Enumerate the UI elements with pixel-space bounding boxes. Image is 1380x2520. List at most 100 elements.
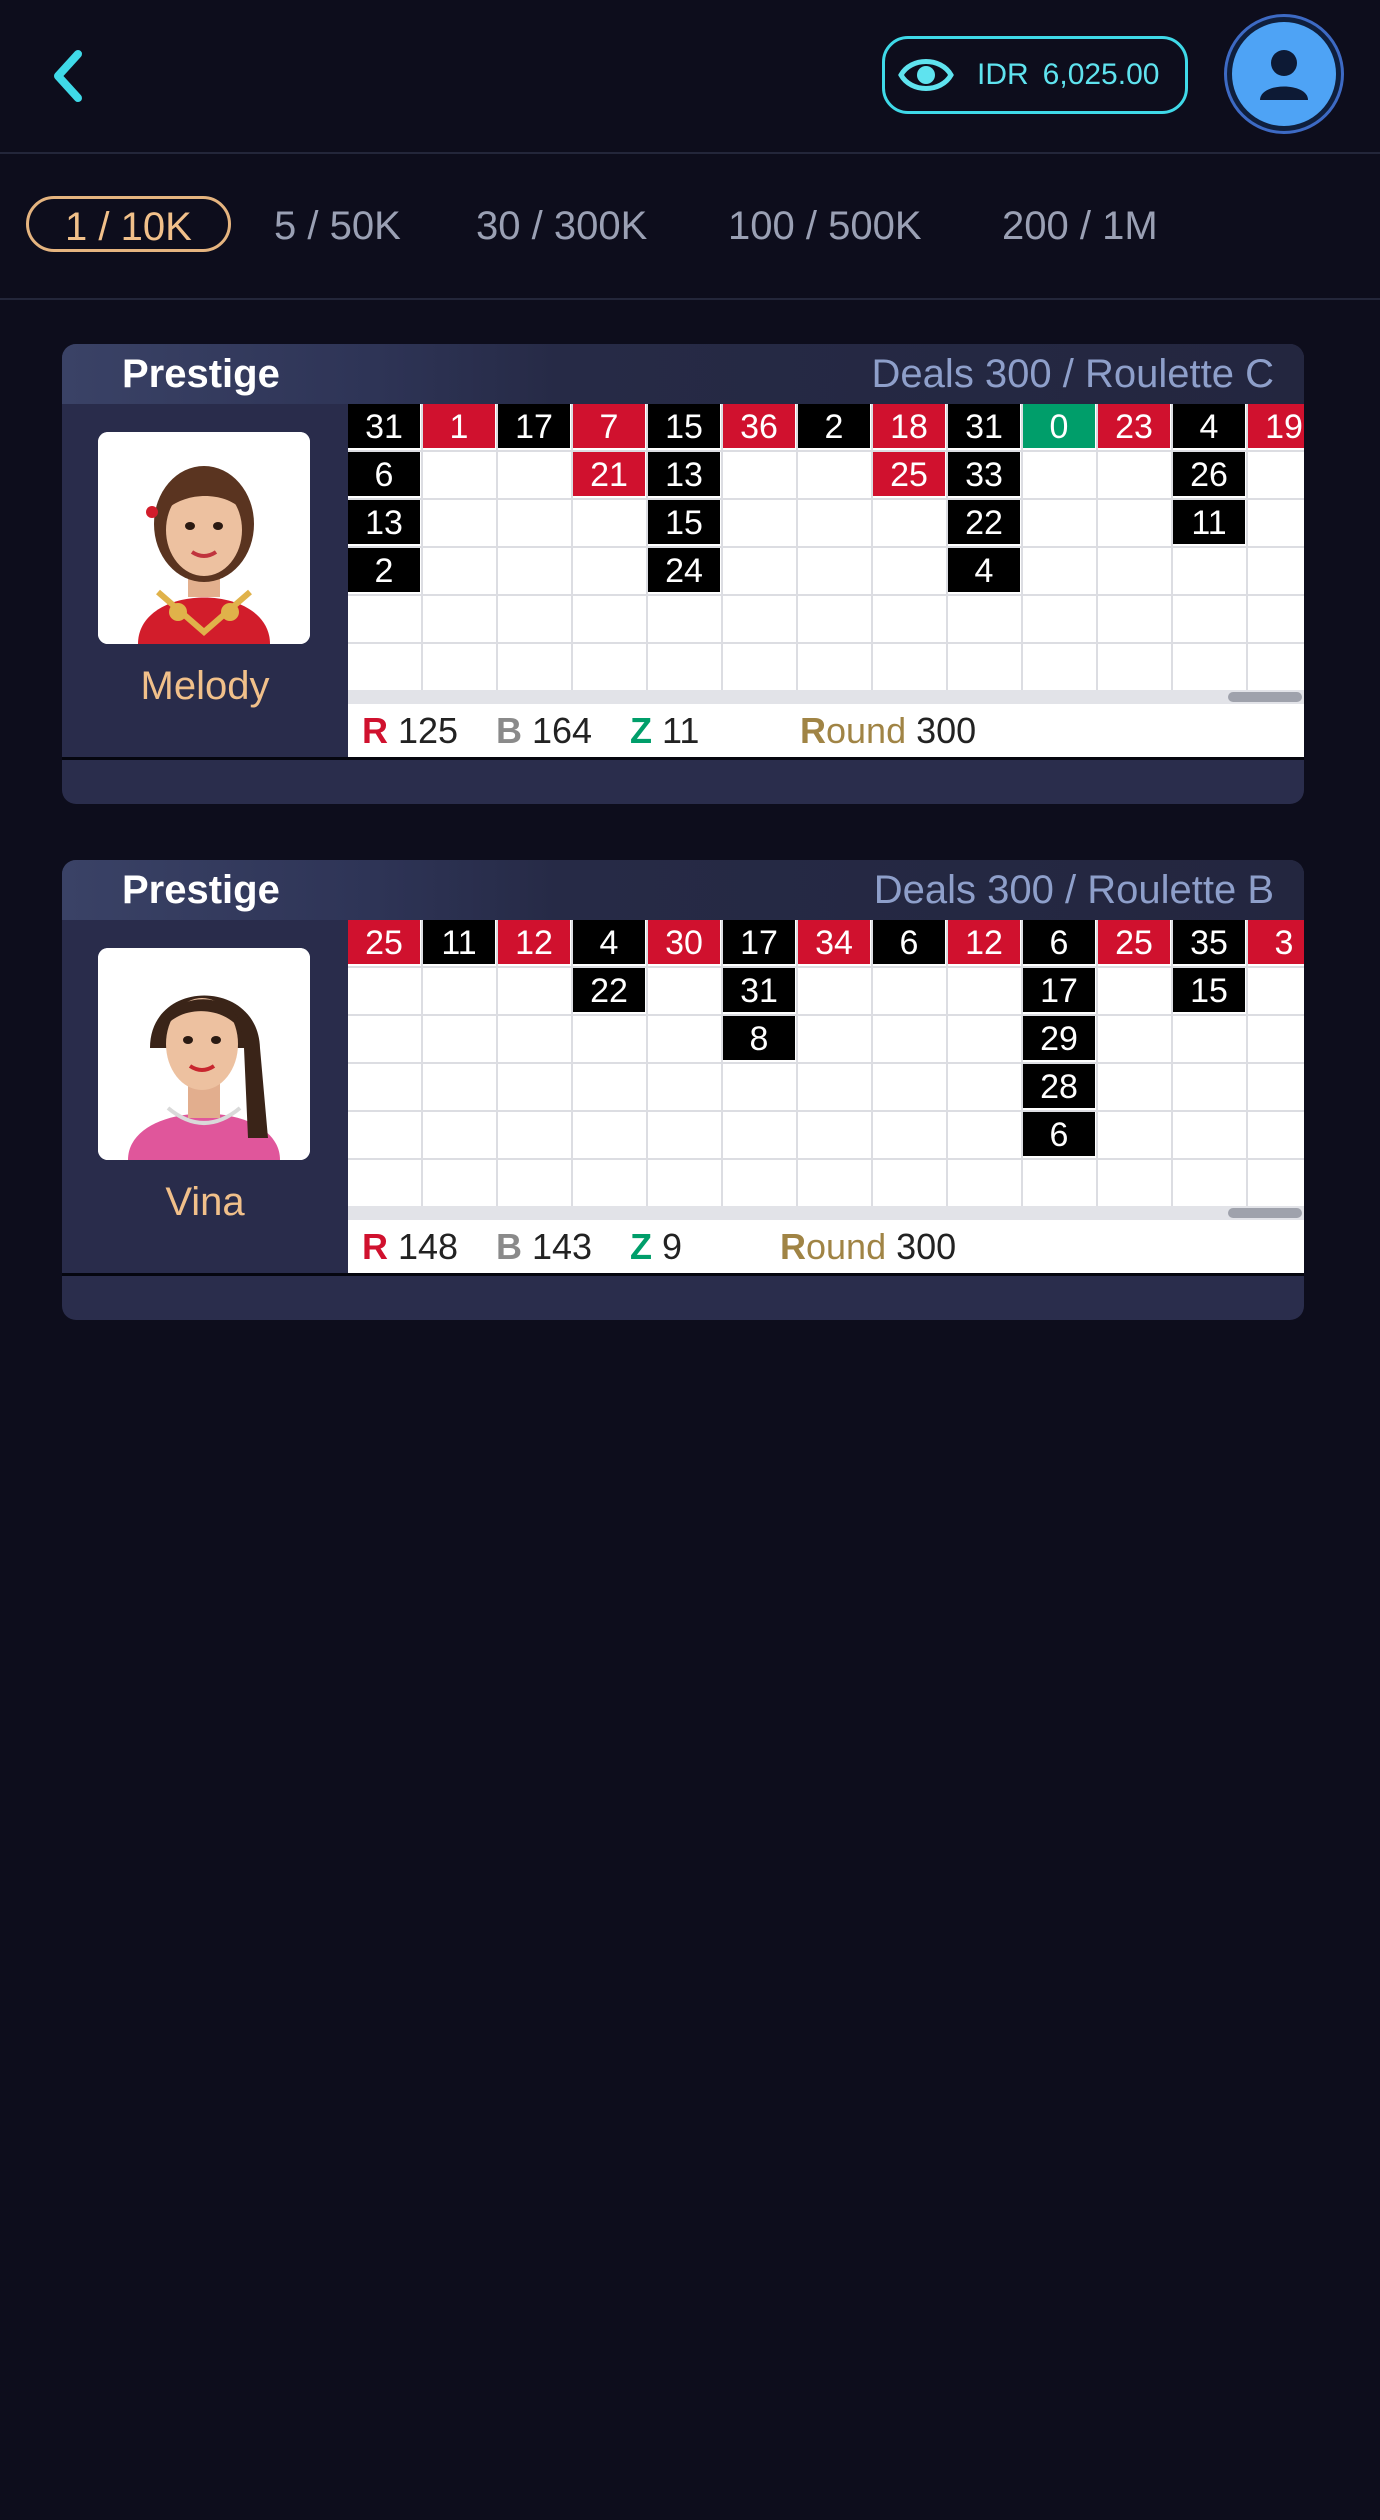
result-cell: 30 xyxy=(648,920,720,964)
result-cell: 33 xyxy=(948,452,1020,496)
eye-icon xyxy=(898,59,954,91)
grid-line xyxy=(348,1014,1304,1016)
result-cell: 4 xyxy=(573,920,645,964)
chevron-left-icon xyxy=(54,50,82,102)
grid-line xyxy=(348,1062,1304,1064)
deals-info: Deals 300 / Roulette C xyxy=(871,352,1274,396)
result-cell: 6 xyxy=(1023,920,1095,964)
black-count: 143 xyxy=(532,1226,593,1267)
result-cell: 17 xyxy=(498,404,570,448)
round-count: 300 xyxy=(916,710,977,751)
result-cell: 15 xyxy=(648,404,720,448)
card-header: Prestige Deals 300 / Roulette B xyxy=(62,860,1304,920)
result-cell: 22 xyxy=(948,500,1020,544)
grid-line xyxy=(348,966,1304,968)
limit-tabs: 1 / 10K 5 / 50K 30 / 300K 100 / 500K 200… xyxy=(0,152,1380,300)
grid-line xyxy=(348,1110,1304,1112)
result-cell: 18 xyxy=(873,404,945,448)
result-cell: 29 xyxy=(1023,1016,1095,1060)
result-cell: 17 xyxy=(723,920,795,964)
result-cell: 12 xyxy=(948,920,1020,964)
result-cell: 26 xyxy=(1173,452,1245,496)
result-cell: 1 xyxy=(423,404,495,448)
tab-30-300k[interactable]: 30 / 300K xyxy=(476,198,647,254)
result-cell: 3 xyxy=(1248,920,1304,964)
result-cell: 2 xyxy=(348,548,420,592)
result-cell: 36 xyxy=(723,404,795,448)
roadmap-scrollbar[interactable] xyxy=(348,690,1304,704)
result-cell: 8 xyxy=(723,1016,795,1060)
round-label-rest: ound xyxy=(826,710,907,751)
black-label: B xyxy=(496,1226,522,1267)
zero-label: Z xyxy=(630,1226,652,1267)
tab-100-500k[interactable]: 100 / 500K xyxy=(728,198,922,254)
red-label: R xyxy=(362,710,388,751)
table-title: Prestige xyxy=(122,868,280,912)
dealer-photo xyxy=(98,432,310,644)
result-cell: 17 xyxy=(1023,968,1095,1012)
scroll-thumb[interactable] xyxy=(1228,692,1302,702)
result-cell: 19 xyxy=(1248,404,1304,448)
dealer-photo xyxy=(98,948,310,1160)
result-cell: 6 xyxy=(348,452,420,496)
stats-bar: R 125 B 164 Z 11 Round 300 xyxy=(348,704,1304,757)
tab-200-1m[interactable]: 200 / 1M xyxy=(1002,198,1158,254)
grid-line xyxy=(348,642,1304,644)
round-count: 300 xyxy=(896,1226,957,1267)
result-cell: 21 xyxy=(573,452,645,496)
grid-line xyxy=(348,594,1304,596)
result-cell: 15 xyxy=(648,500,720,544)
result-cell: 0 xyxy=(1023,404,1095,448)
red-count: 148 xyxy=(398,1226,459,1267)
result-cell: 34 xyxy=(798,920,870,964)
table-card[interactable]: Prestige Deals 300 / Roulette B Vina 25 1… xyxy=(62,860,1304,1320)
balance-amount: 6,025.00 xyxy=(1042,58,1160,91)
result-cell: 25 xyxy=(348,920,420,964)
result-cell: 31 xyxy=(348,404,420,448)
result-cell: 12 xyxy=(498,920,570,964)
result-cell: 35 xyxy=(1173,920,1245,964)
scroll-thumb[interactable] xyxy=(1228,1208,1302,1218)
result-cell: 11 xyxy=(423,920,495,964)
deals-info: Deals 300 / Roulette B xyxy=(873,868,1274,912)
result-cell: 31 xyxy=(948,404,1020,448)
dealer-panel: Melody xyxy=(62,404,348,757)
result-cell: 23 xyxy=(1098,404,1170,448)
result-cell: 13 xyxy=(648,452,720,496)
back-button[interactable] xyxy=(40,40,100,112)
table-card[interactable]: Prestige Deals 300 / Roulette C Melody 3… xyxy=(62,344,1304,804)
black-count: 164 xyxy=(532,710,593,751)
user-icon xyxy=(1260,50,1308,100)
tab-5-50k[interactable]: 5 / 50K xyxy=(274,198,401,254)
result-cell: 6 xyxy=(1023,1112,1095,1156)
round-label-rest: ound xyxy=(806,1226,887,1267)
result-cell: 25 xyxy=(873,452,945,496)
result-cell: 31 xyxy=(723,968,795,1012)
round-label-initial: R xyxy=(780,1226,806,1267)
red-count: 125 xyxy=(398,710,459,751)
dealer-panel: Vina xyxy=(62,920,348,1273)
roadmap-grid: 25 11 12 4 22 30 17 31 8 34 6 12 6 17 29 28 6 25 35 15 3 xyxy=(348,920,1304,1208)
stats-bar: R 148 B 143 Z 9 Round 300 xyxy=(348,1220,1304,1273)
black-label: B xyxy=(496,710,522,751)
result-cell: 4 xyxy=(948,548,1020,592)
result-cell: 2 xyxy=(798,404,870,448)
dealer-portrait-melody xyxy=(98,432,310,644)
divider xyxy=(62,1273,1304,1276)
grid-line xyxy=(348,450,1304,452)
dealer-name: Melody xyxy=(140,664,270,708)
result-cell: 22 xyxy=(573,968,645,1012)
card-header: Prestige Deals 300 / Roulette C xyxy=(62,344,1304,404)
tab-1-10k[interactable]: 1 / 10K xyxy=(26,196,231,252)
dealer-portrait-vina xyxy=(98,948,310,1160)
grid-line xyxy=(348,1158,1304,1160)
table-title: Prestige xyxy=(122,352,280,396)
result-cell: 6 xyxy=(873,920,945,964)
roadmap-scrollbar[interactable] xyxy=(348,1206,1304,1220)
roadmap-grid: 31 6 13 2 1 17 7 21 15 13 15 24 36 2 18 25 31 33 22 4 0 23 4 26… xyxy=(348,404,1304,692)
balance-display[interactable]: IDR 6,025.00 xyxy=(882,36,1188,114)
result-cell: 11 xyxy=(1173,500,1245,544)
profile-button[interactable] xyxy=(1224,14,1344,134)
zero-label: Z xyxy=(630,710,652,751)
result-cell: 28 xyxy=(1023,1064,1095,1108)
